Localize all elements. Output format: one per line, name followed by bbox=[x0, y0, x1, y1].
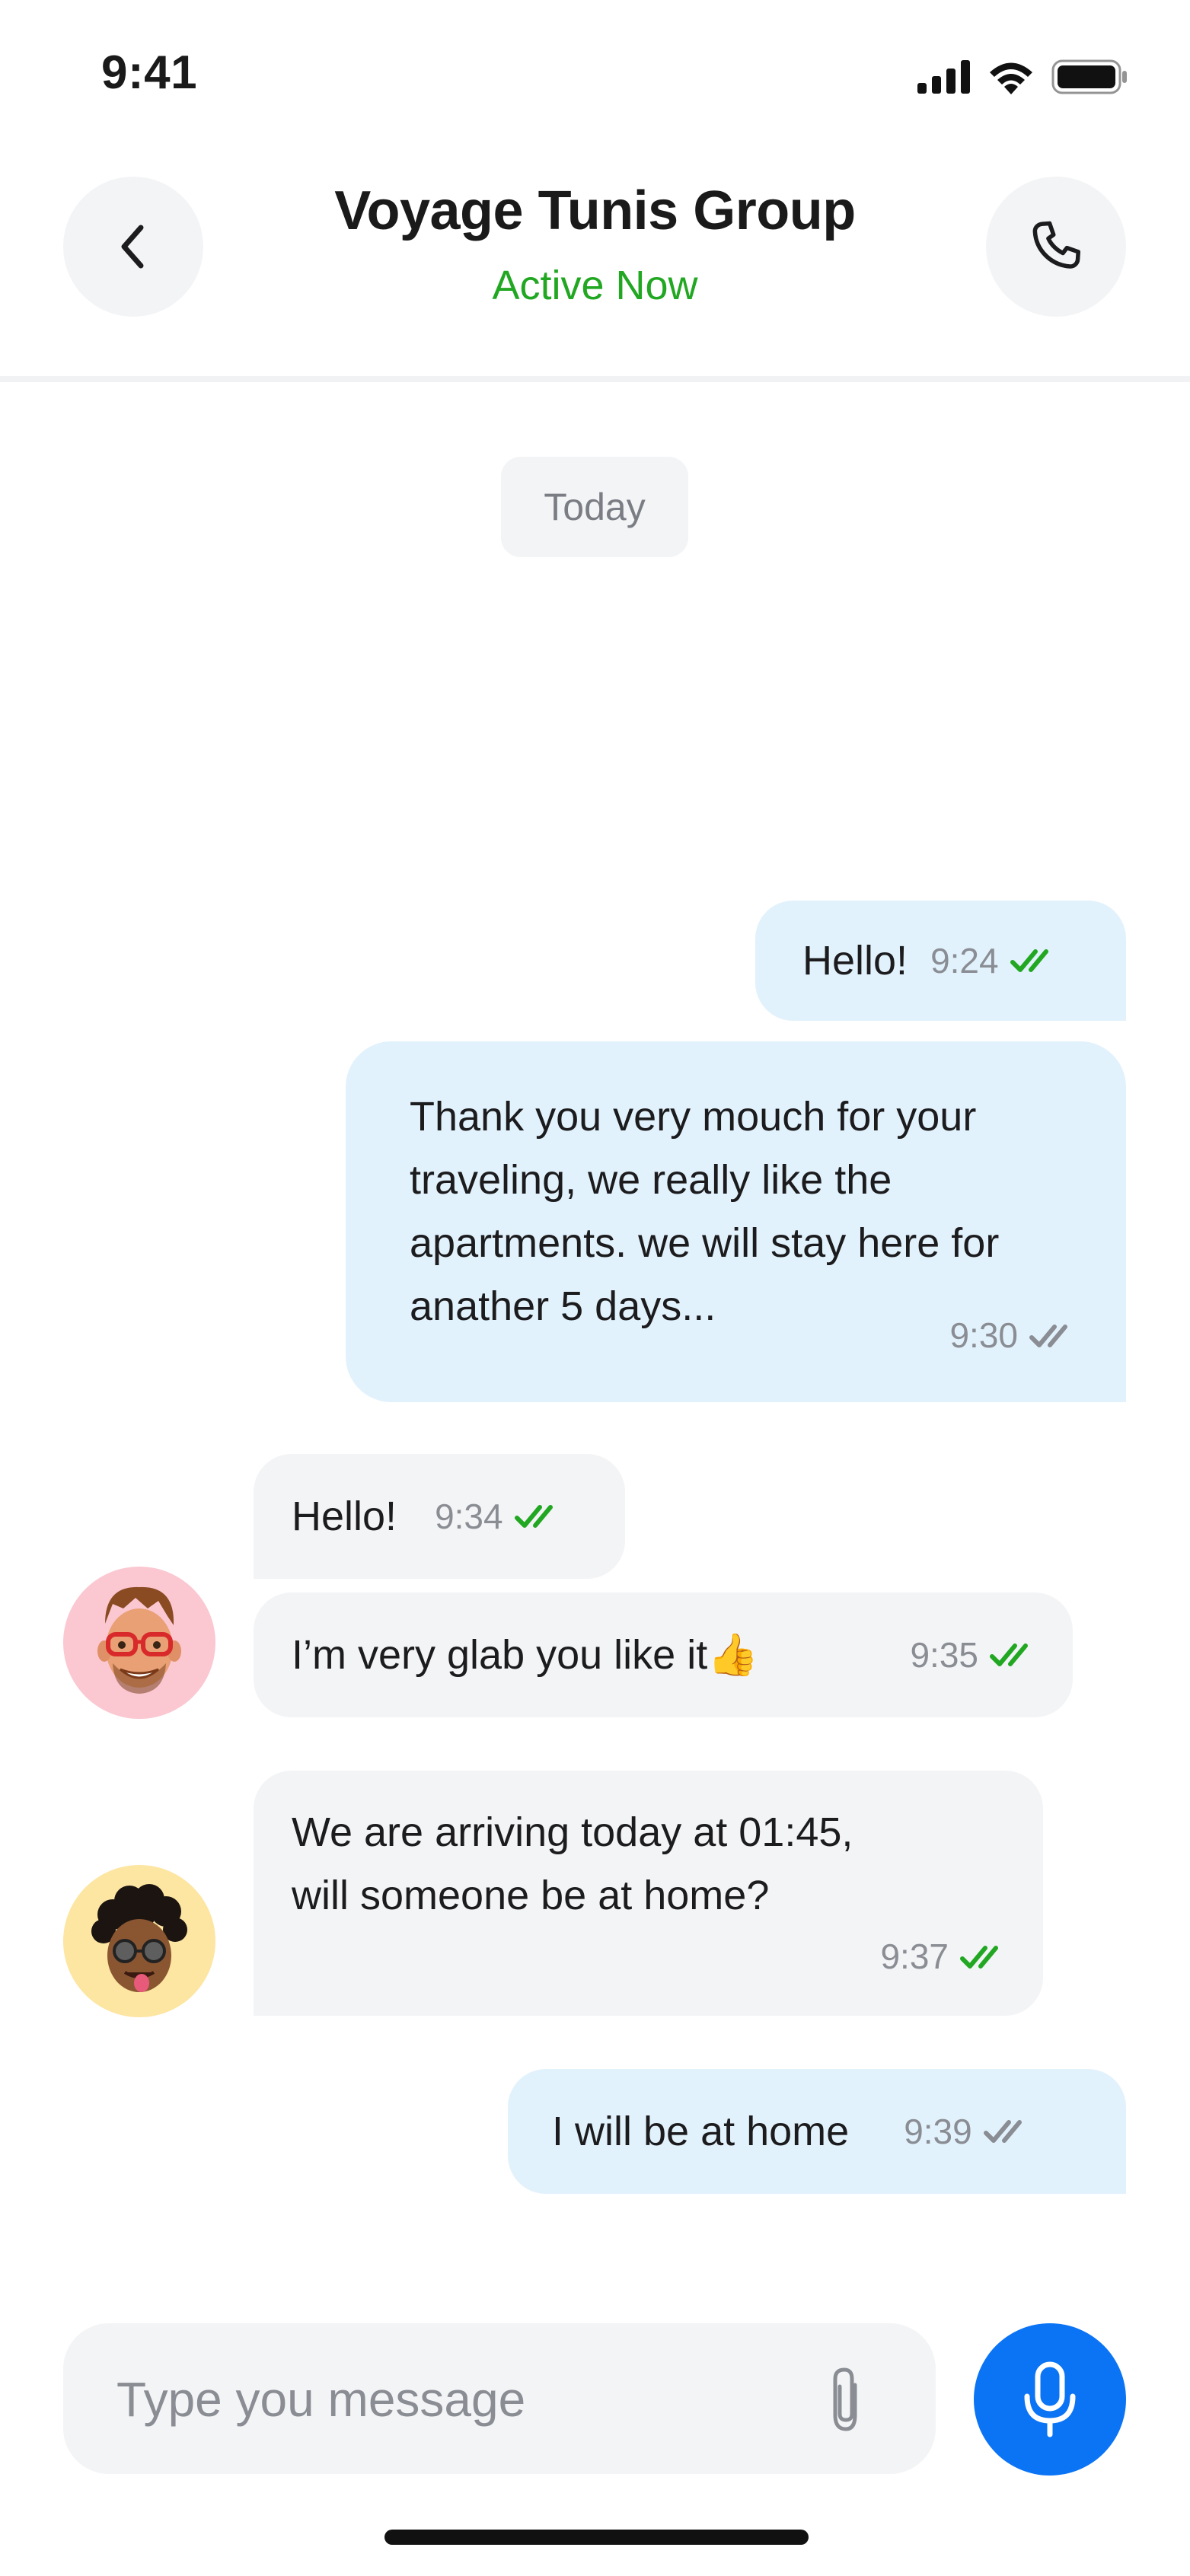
message-time: 9:35 bbox=[910, 1634, 978, 1675]
read-receipt-icon bbox=[990, 1643, 1028, 1666]
message-bubble-incoming[interactable]: Hello! 9:34 bbox=[254, 1454, 625, 1579]
message-bubble-outgoing[interactable]: I will be at home 9:39 bbox=[508, 2069, 1126, 2194]
paperclip-icon bbox=[833, 2367, 857, 2431]
message-text: I’m very glab you like it👍 bbox=[292, 1631, 759, 1678]
message-text-line: apartments. we will stay here for bbox=[410, 1220, 1000, 1266]
message-composer bbox=[63, 2323, 936, 2476]
read-receipt-icon bbox=[960, 1945, 998, 1969]
message-bubble-outgoing[interactable]: Hello! 9:24 bbox=[755, 901, 1126, 1021]
message-time: 9:39 bbox=[904, 2111, 972, 2151]
read-receipt-icon bbox=[1010, 949, 1048, 972]
message-text-line: traveling, we really like the bbox=[410, 1157, 892, 1203]
delivered-receipt-icon bbox=[1029, 1324, 1067, 1347]
message-time: 9:37 bbox=[880, 1937, 949, 1976]
read-receipt-icon bbox=[514, 1505, 553, 1528]
header-divider bbox=[0, 376, 1190, 382]
microphone-icon bbox=[1024, 2361, 1076, 2437]
memoji-curly-avatar[interactable] bbox=[63, 1865, 215, 2017]
home-indicator bbox=[384, 2530, 809, 2545]
delivered-receipt-icon bbox=[983, 2120, 1022, 2143]
message-text-line: We are arriving today at 01:45, bbox=[292, 1809, 853, 1855]
voice-record-button[interactable] bbox=[974, 2323, 1126, 2476]
avatar-face-icon bbox=[97, 1586, 181, 1694]
message-text-line: Thank you very mouch for your bbox=[410, 1094, 977, 1140]
message-text: Hello! bbox=[292, 1493, 397, 1539]
phone-icon bbox=[1032, 221, 1081, 269]
message-time: 9:30 bbox=[949, 1315, 1018, 1355]
wifi-icon bbox=[990, 62, 1032, 94]
message-text: I will be at home bbox=[552, 2108, 850, 2154]
attach-button[interactable] bbox=[808, 2361, 884, 2437]
signal-icon bbox=[917, 60, 970, 94]
message-time: 9:24 bbox=[930, 940, 999, 980]
message-bubble-outgoing[interactable]: Thank you very mouch for your traveling,… bbox=[346, 1041, 1126, 1402]
status-time: 9:41 bbox=[101, 46, 198, 99]
message-text: Hello! bbox=[802, 937, 908, 984]
message-text-line: will someone be at home? bbox=[292, 1873, 770, 1918]
status-icons bbox=[917, 59, 1129, 94]
message-time: 9:34 bbox=[435, 1496, 503, 1536]
avatar-face-icon bbox=[91, 1884, 187, 1992]
date-separator: Today bbox=[501, 457, 688, 557]
battery-icon bbox=[1051, 59, 1127, 94]
message-bubble-incoming[interactable]: We are arriving today at 01:45, will som… bbox=[254, 1771, 1043, 2016]
call-button[interactable] bbox=[986, 177, 1126, 317]
message-bubble-incoming[interactable]: I’m very glab you like it👍 9:35 bbox=[254, 1592, 1073, 1717]
message-input[interactable] bbox=[115, 2323, 803, 2476]
memoji-glasses-avatar[interactable] bbox=[63, 1567, 215, 1719]
